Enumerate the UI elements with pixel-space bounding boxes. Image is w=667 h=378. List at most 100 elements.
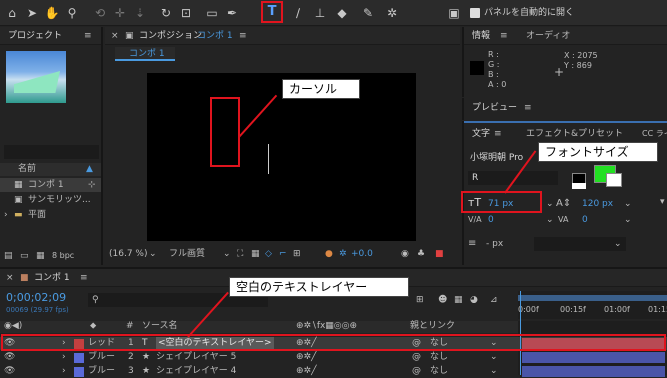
parent-link-header[interactable]: 親とリンク xyxy=(410,320,455,333)
time-ruler[interactable]: 0:00f 00:15f 01:00f 01:15f xyxy=(518,291,667,319)
composition-panel-title[interactable]: コンポジション xyxy=(139,29,202,43)
chevron-down-icon[interactable]: ⌄ xyxy=(223,247,231,261)
panel-menu-icon[interactable]: ≡ xyxy=(80,271,88,285)
panel-menu-icon[interactable]: ≡ xyxy=(500,29,508,43)
tab-cc-libraries[interactable]: CC ライ xyxy=(642,127,667,141)
current-time-indicator[interactable] xyxy=(520,291,521,375)
pick-whip-icon[interactable]: @ xyxy=(412,351,421,364)
tab-info[interactable]: 情報 xyxy=(472,29,490,43)
chevron-down-icon[interactable]: ⌄ xyxy=(614,237,622,251)
flowchart-icon[interactable]: ⊹ xyxy=(88,178,96,192)
home-icon[interactable]: ⌂ xyxy=(4,5,20,21)
project-item-solids-folder[interactable]: › ▬ 平面 xyxy=(0,208,101,222)
comp-flowchart-icon[interactable]: ⊞ xyxy=(416,293,424,307)
project-item-comp[interactable]: ▦ コンポ 1 ⊹ xyxy=(0,178,101,192)
timeline-tab[interactable]: コンポ 1 xyxy=(34,271,70,285)
layer-name[interactable]: シェイプレイヤー 4 xyxy=(156,365,236,378)
dolly-camera-icon[interactable]: ⇣ xyxy=(132,5,148,21)
chevron-down-icon[interactable]: ⌄ xyxy=(546,213,554,227)
chevron-down-icon[interactable]: ⌄ xyxy=(490,351,498,364)
new-folder-icon[interactable]: ▭ xyxy=(20,249,29,263)
sort-ascending-icon[interactable]: ▲ xyxy=(86,163,93,176)
brush-tool-icon[interactable]: ∕ xyxy=(290,5,306,21)
stroke-width-value[interactable]: - px xyxy=(486,237,503,251)
layer-row[interactable]: 👁 › ブルー 3 ★ シェイプレイヤー 4 ⊕✲╱ @ なし ⌄ xyxy=(0,365,667,378)
tracking-value[interactable]: 0 xyxy=(582,213,588,227)
search-field[interactable] xyxy=(4,145,99,159)
comp-name[interactable]: コンポ 1 xyxy=(197,29,233,43)
visibility-eye-icon[interactable]: 👁 xyxy=(4,365,15,378)
new-comp-icon[interactable]: ▦ xyxy=(36,249,45,263)
layer-duration-bar[interactable] xyxy=(522,352,665,363)
anchor-point-tool-icon[interactable]: ⊡ xyxy=(178,5,194,21)
exposure-icon[interactable]: ✲ xyxy=(339,247,347,261)
switches[interactable]: ⊕✲╱ xyxy=(296,351,317,364)
graph-editor-icon[interactable]: ⊿ xyxy=(490,293,498,307)
close-panel-icon[interactable]: × xyxy=(6,271,14,285)
kerning-value[interactable]: 0 xyxy=(488,213,494,227)
tab-audio[interactable]: オーディオ xyxy=(526,29,570,43)
eraser-tool-icon[interactable]: ◆ xyxy=(334,5,350,21)
parent-select[interactable]: なし xyxy=(430,365,448,378)
clone-stamp-tool-icon[interactable]: ⊥ xyxy=(312,5,328,21)
bpc-label[interactable]: 8 bpc xyxy=(52,249,74,263)
name-column-header[interactable]: 名前 ▲ xyxy=(0,163,101,176)
layer-label-color[interactable] xyxy=(74,353,84,363)
expand-arrow-icon[interactable]: › xyxy=(4,208,8,222)
stroke-style-select[interactable] xyxy=(534,237,626,251)
rectangle-tool-icon[interactable]: ▭ xyxy=(204,5,220,21)
layer-row[interactable]: 👁 › ブルー 2 ★ シェイプレイヤー 5 ⊕✲╱ @ なし ⌄ xyxy=(0,351,667,364)
leading-value[interactable]: 120 px xyxy=(582,197,613,211)
expand-arrow-icon[interactable]: › xyxy=(62,351,66,364)
rotate-tool-icon[interactable]: ↻ xyxy=(158,5,174,21)
white-color-swatch[interactable] xyxy=(572,183,586,189)
tab-character[interactable]: 文字 xyxy=(472,127,490,141)
parent-select[interactable]: なし xyxy=(430,351,448,364)
hand-tool-icon[interactable]: ✋ xyxy=(44,5,60,21)
work-area-bar[interactable] xyxy=(518,295,667,301)
selection-tool-icon[interactable]: ➤ xyxy=(24,5,40,21)
chevron-down-icon[interactable]: ⌄ xyxy=(490,365,498,378)
layer-duration-bar[interactable] xyxy=(522,366,665,377)
roto-brush-tool-icon[interactable]: ✎ xyxy=(360,5,376,21)
chevron-down-icon[interactable]: ⌄ xyxy=(624,213,632,227)
chevron-down-icon[interactable]: ⌄ xyxy=(149,247,157,261)
show-snapshot-icon[interactable]: ♣ xyxy=(417,247,425,261)
visibility-eye-icon[interactable]: 👁 xyxy=(4,351,15,364)
orbit-camera-icon[interactable]: ⟲ xyxy=(92,5,108,21)
resolution-select[interactable]: フル画質 xyxy=(169,247,205,261)
panel-menu-icon[interactable]: ≡ xyxy=(84,29,92,43)
lock-icon[interactable]: ▣ xyxy=(125,29,134,43)
frame-blending-icon[interactable]: ▦ xyxy=(454,293,463,307)
color-channels-icon[interactable]: ● xyxy=(325,247,333,261)
grid-icon[interactable]: ⊞ xyxy=(293,247,301,261)
tab-effects-presets[interactable]: エフェクト&プリセット xyxy=(526,127,623,141)
layer-label-color[interactable] xyxy=(74,367,84,377)
pen-tool-icon[interactable]: ✒ xyxy=(224,5,240,21)
puppet-tool-icon[interactable]: ✲ xyxy=(384,5,400,21)
panel-menu-icon[interactable]: ≡ xyxy=(494,127,502,141)
chevron-down-icon[interactable]: ⌄ xyxy=(546,197,554,211)
expand-arrow-icon[interactable]: › xyxy=(62,365,66,378)
guides-icon[interactable]: ⌐ xyxy=(279,247,287,261)
snapshot-icon[interactable]: ◉ xyxy=(401,247,409,261)
panel-menu-icon[interactable]: ≡ xyxy=(524,101,532,115)
project-panel-title[interactable]: プロジェクト xyxy=(8,29,62,43)
pick-whip-icon[interactable]: @ xyxy=(412,365,421,378)
transparency-grid-icon[interactable]: ▦ xyxy=(251,247,260,261)
chevron-down-icon[interactable]: ⌄ xyxy=(624,197,632,211)
project-item-footage[interactable]: ▣ サンモリッツ... xyxy=(0,193,101,207)
color-swatch-icon[interactable]: ■ xyxy=(435,247,444,261)
zoom-level[interactable]: (16.7 %) xyxy=(109,247,147,261)
panel-auto-open-checkbox[interactable] xyxy=(470,8,480,18)
layer-name[interactable]: シェイプレイヤー 5 xyxy=(156,351,236,364)
stroke-color-swatch[interactable] xyxy=(606,173,622,187)
source-name-header[interactable]: ソース名 xyxy=(142,320,178,333)
exposure-value[interactable]: +0.0 xyxy=(351,247,373,261)
panel-menu-icon[interactable]: ≡ xyxy=(239,29,247,43)
preview-title[interactable]: プレビュー xyxy=(472,101,517,115)
snap-icon[interactable]: ▣ xyxy=(446,5,462,21)
close-panel-icon[interactable]: × xyxy=(111,29,119,43)
shy-layers-icon[interactable]: ☻ xyxy=(438,293,447,307)
region-of-interest-icon[interactable]: ⛶ xyxy=(237,247,243,261)
